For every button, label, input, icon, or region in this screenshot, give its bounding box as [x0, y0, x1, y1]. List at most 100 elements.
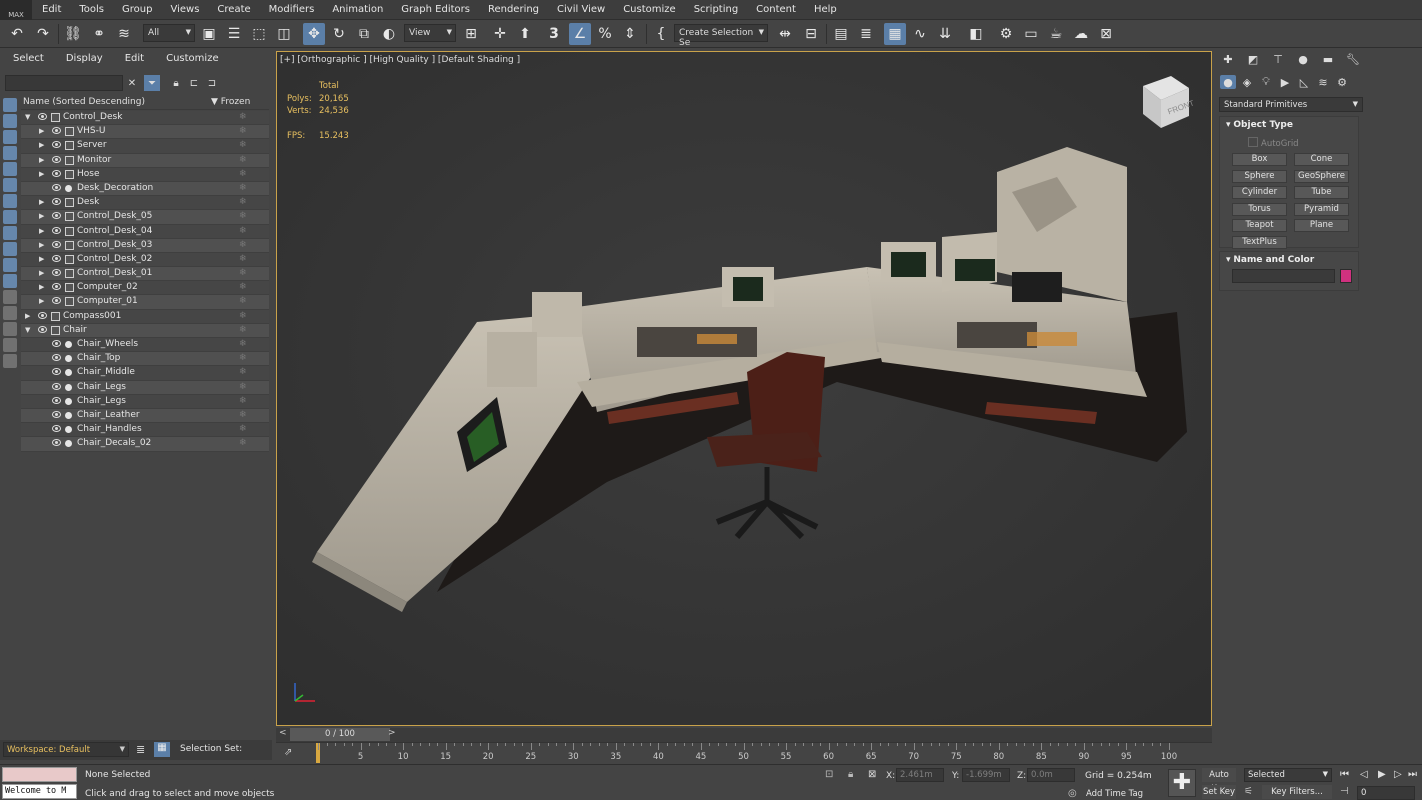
- app-logo[interactable]: MAX: [0, 0, 32, 20]
- redo-icon[interactable]: ↷: [32, 23, 54, 45]
- menu-create[interactable]: Create: [217, 4, 250, 15]
- selection-set-icon[interactable]: ▦: [154, 742, 170, 757]
- expand-arrow-icon[interactable]: ▶: [39, 198, 44, 206]
- scene-tree-row[interactable]: Chair_Handles ❄: [21, 423, 269, 438]
- freeze-toggle-icon[interactable]: ❄: [239, 410, 247, 420]
- display-particles-icon[interactable]: [3, 258, 17, 272]
- scene-tree-row[interactable]: Chair_Wheels ❄: [21, 338, 269, 353]
- freeze-toggle-icon[interactable]: ❄: [239, 424, 247, 434]
- hierarchy-icon[interactable]: ⊏: [186, 75, 202, 91]
- column-name-header[interactable]: Name (Sorted Descending): [23, 97, 145, 107]
- display-spacewarps-icon[interactable]: [3, 178, 17, 192]
- selection-filter-dropdown[interactable]: All ▼: [143, 24, 195, 42]
- primitive-cylinder-button[interactable]: Cylinder: [1232, 186, 1287, 200]
- named-selection-dropdown[interactable]: Create Selection Se ▼: [674, 24, 768, 48]
- spinner-snap-icon[interactable]: ⇕: [619, 23, 641, 45]
- set-key-button[interactable]: Set Key: [1202, 785, 1236, 799]
- menu-rendering[interactable]: Rendering: [488, 4, 539, 15]
- freeze-toggle-icon[interactable]: ❄: [239, 311, 247, 321]
- key-mode-toggle-icon[interactable]: ⊣: [1340, 786, 1349, 797]
- display-frozen-icon[interactable]: [3, 274, 17, 288]
- link-icon[interactable]: ⛓: [62, 23, 84, 45]
- pivot-center-icon[interactable]: ⊞: [460, 23, 482, 45]
- lights-icon[interactable]: 💡︎: [1258, 75, 1274, 89]
- visibility-eye-icon[interactable]: [52, 354, 61, 362]
- funnel-icon[interactable]: [3, 338, 17, 352]
- visibility-eye-icon[interactable]: [52, 396, 61, 404]
- visibility-eye-icon[interactable]: [38, 311, 47, 319]
- utilities-tab-icon[interactable]: 🔧︎: [1345, 52, 1361, 66]
- render-setup-icon[interactable]: ⚙: [995, 23, 1017, 45]
- expand-arrow-icon[interactable]: ▶: [39, 141, 44, 149]
- geometry-icon[interactable]: ●: [1220, 75, 1236, 89]
- name-color-title[interactable]: Name and Color: [1226, 255, 1314, 265]
- visibility-eye-icon[interactable]: [52, 226, 61, 234]
- previous-frame-icon[interactable]: ◁: [1360, 769, 1368, 780]
- display-xrefs-icon[interactable]: [3, 210, 17, 224]
- edit-named-sets-icon[interactable]: {: [650, 23, 672, 45]
- collapse-arrow-icon[interactable]: ▼: [25, 326, 30, 334]
- primitive-pyramid-button[interactable]: Pyramid: [1294, 202, 1349, 216]
- freeze-toggle-icon[interactable]: ❄: [239, 396, 247, 406]
- scene-tree-row[interactable]: ▶ Computer_01 ❄: [21, 295, 269, 310]
- go-to-start-icon[interactable]: ⏮: [1340, 769, 1349, 780]
- menu-graph-editors[interactable]: Graph Editors: [401, 4, 470, 15]
- current-frame-field[interactable]: 0: [1357, 786, 1415, 800]
- bind-spacewarp-icon[interactable]: ≋: [113, 23, 135, 45]
- play-icon[interactable]: ▶: [1378, 769, 1386, 780]
- freeze-toggle-icon[interactable]: ❄: [239, 282, 247, 292]
- visibility-eye-icon[interactable]: [52, 410, 61, 418]
- freeze-toggle-icon[interactable]: ❄: [239, 325, 247, 335]
- freeze-toggle-icon[interactable]: ❄: [239, 169, 247, 179]
- render-icon[interactable]: ☕: [1045, 23, 1067, 45]
- key-filters-button[interactable]: Key Filters...: [1262, 785, 1332, 799]
- select-manipulate-icon[interactable]: ✛: [489, 23, 511, 45]
- shapes-icon[interactable]: ◈: [1239, 75, 1255, 89]
- freeze-toggle-icon[interactable]: ❄: [239, 140, 247, 150]
- clear-search-icon[interactable]: ✕: [124, 75, 140, 91]
- scene-tree-row[interactable]: Chair_Top ❄: [21, 352, 269, 367]
- explorer-search-input[interactable]: [5, 75, 123, 91]
- menu-animation[interactable]: Animation: [332, 4, 383, 15]
- menu-scripting[interactable]: Scripting: [694, 4, 738, 15]
- primitive-cone-button[interactable]: Cone: [1294, 153, 1349, 166]
- freeze-toggle-icon[interactable]: ❄: [239, 353, 247, 363]
- next-frame-icon[interactable]: ▷: [1394, 769, 1402, 780]
- primitive-textplus-button[interactable]: TextPlus: [1232, 236, 1287, 249]
- primitive-torus-button[interactable]: Torus: [1232, 202, 1287, 216]
- expand-arrow-icon[interactable]: ▶: [39, 269, 44, 277]
- autogrid-checkbox[interactable]: AutoGrid: [1248, 137, 1299, 149]
- lock-icon[interactable]: 🔒︎: [168, 75, 184, 91]
- menu-modifiers[interactable]: Modifiers: [269, 4, 315, 15]
- primitive-teapot-button[interactable]: Teapot: [1232, 219, 1287, 233]
- scene-tree-row[interactable]: ▶ VHS-U ❄: [21, 125, 269, 140]
- collapse-arrow-icon[interactable]: ▼: [25, 113, 30, 121]
- visibility-eye-icon[interactable]: [52, 297, 61, 305]
- display-containers-icon[interactable]: [3, 242, 17, 256]
- hierarchy-tab-icon[interactable]: ⊤: [1270, 52, 1286, 66]
- scene-tree-row[interactable]: Chair_Decals_02 ❄: [21, 437, 269, 452]
- visibility-eye-icon[interactable]: [52, 169, 61, 177]
- scene-explorer-icon[interactable]: ▤: [830, 23, 852, 45]
- display-groups-icon[interactable]: [3, 194, 17, 208]
- menu-civil-view[interactable]: Civil View: [557, 4, 605, 15]
- scene-tree-row[interactable]: ▶ Desk ❄: [21, 196, 269, 211]
- visibility-eye-icon[interactable]: [52, 382, 61, 390]
- menu-help[interactable]: Help: [814, 4, 837, 15]
- selection-icon[interactable]: [3, 354, 17, 368]
- expand-arrow-icon[interactable]: ▶: [39, 241, 44, 249]
- maxscript-listener-output[interactable]: [2, 767, 77, 782]
- align-icon[interactable]: ⊟: [800, 23, 822, 45]
- add-time-tag[interactable]: Add Time Tag: [1086, 789, 1143, 799]
- column-frozen-header[interactable]: ▼ Frozen: [211, 97, 250, 107]
- freeze-toggle-icon[interactable]: ❄: [239, 197, 247, 207]
- visibility-eye-icon[interactable]: [52, 425, 61, 433]
- scene-tree-row[interactable]: Chair_Middle ❄: [21, 366, 269, 381]
- layer-sort-icon[interactable]: ⊐: [204, 75, 220, 91]
- scene-tree-row[interactable]: ▶ Control_Desk_03 ❄: [21, 238, 269, 253]
- window-crossing-icon[interactable]: ◫: [273, 23, 295, 45]
- menu-group[interactable]: Group: [122, 4, 152, 15]
- x-coord-field[interactable]: 2.461m: [896, 768, 944, 782]
- display-shapes-icon[interactable]: [3, 114, 17, 128]
- freeze-toggle-icon[interactable]: ❄: [239, 126, 247, 136]
